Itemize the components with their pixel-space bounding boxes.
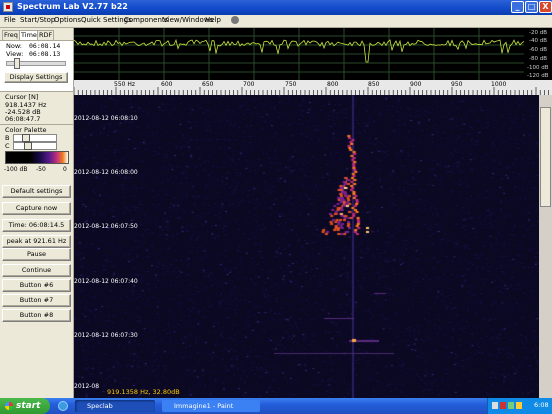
taskbar: start Speclab Immagine1 - Paint 6:08 xyxy=(0,398,552,414)
button-6[interactable]: Button #6 xyxy=(2,279,71,292)
time-slider-thumb[interactable] xyxy=(14,58,20,69)
tab-freq[interactable]: Freq xyxy=(2,30,20,40)
db-label-20: -20 dB xyxy=(529,30,547,36)
freq-label-600: 600 xyxy=(161,81,173,88)
button-8[interactable]: Button #8 xyxy=(2,309,71,322)
tray-icon[interactable] xyxy=(516,402,522,409)
spectrum-plot xyxy=(74,28,525,80)
tab-time[interactable]: Time xyxy=(19,30,39,40)
db-label-40: -40 dB xyxy=(529,38,547,44)
color-palette-header: Color Palette xyxy=(5,126,47,134)
title-bar: Spectrum Lab V2.77 b22 _ □ X xyxy=(0,0,552,15)
cursor-header: Cursor [N] xyxy=(5,93,39,101)
db-label-120: -120 dB xyxy=(527,73,549,79)
view-value: 06:08.13 xyxy=(29,50,61,58)
start-label: start xyxy=(16,401,41,411)
color-palette-bar[interactable] xyxy=(5,151,69,164)
freq-label-800: 800 xyxy=(327,81,339,88)
palette-scale-min: -100 dB xyxy=(4,166,28,173)
time-readout-button[interactable]: Time: 06:08:14.5 xyxy=(2,219,71,232)
tray-icon[interactable] xyxy=(500,402,506,409)
menu-bar: File Start/Stop Options Quick Settings C… xyxy=(0,15,552,28)
start-button[interactable]: start xyxy=(0,398,50,414)
display-settings-button[interactable]: Display Settings xyxy=(4,72,68,83)
waterfall-display[interactable]: 2012-08-12 06:08:10 2012-08-12 06:08:00 … xyxy=(74,95,539,398)
scrollbar-thumb[interactable] xyxy=(540,107,551,207)
tray-icon[interactable] xyxy=(508,402,514,409)
now-value: 06:08.14 xyxy=(29,42,61,50)
now-label: Now: xyxy=(6,42,22,50)
taskbar-item-paint[interactable]: Immagine1 - Paint xyxy=(162,400,260,412)
brightness-slider[interactable] xyxy=(13,134,57,142)
menu-options[interactable]: Options xyxy=(54,16,81,24)
waterfall-time-label: 2012-08-12 06:08:10 xyxy=(74,115,138,122)
pause-button[interactable]: Pause xyxy=(2,248,71,261)
db-label-60: -60 dB xyxy=(529,47,547,53)
palette-scale-max: 0 xyxy=(63,166,67,173)
db-label-80: -80 dB xyxy=(529,56,547,62)
menu-start-stop[interactable]: Start/Stop xyxy=(20,16,55,24)
control-panel: Freq Time RDF Now: 06:08.14 View: 06:08.… xyxy=(0,28,74,398)
brightness-slider-thumb[interactable] xyxy=(22,134,30,142)
button-7[interactable]: Button #7 xyxy=(2,294,71,307)
palette-scale-mid: -50 xyxy=(36,166,46,173)
waterfall-canvas xyxy=(74,95,539,398)
freq-label-700: 700 xyxy=(243,81,255,88)
divider xyxy=(0,124,73,125)
waterfall-time-label: 2012-08 xyxy=(74,383,100,390)
freq-label-950: 950 xyxy=(451,81,463,88)
brightness-label: B xyxy=(5,134,10,142)
frequency-scale[interactable]: 550 Hz 600 650 700 750 800 850 900 950 1… xyxy=(74,80,552,95)
waterfall-time-label: 2012-08-12 06:07:40 xyxy=(74,278,138,285)
contrast-slider[interactable] xyxy=(13,142,57,150)
view-label: View: xyxy=(6,50,24,58)
continue-button[interactable]: Continue xyxy=(2,264,71,277)
menu-help[interactable]: Help xyxy=(205,16,221,24)
cursor-time: 06:08:47.7 xyxy=(5,115,41,123)
menu-file[interactable]: File xyxy=(4,16,16,24)
app-icon[interactable] xyxy=(3,2,13,12)
waterfall-time-label: 2012-08-12 06:07:30 xyxy=(74,332,138,339)
internet-explorer-icon[interactable] xyxy=(58,401,68,411)
freq-label-650: 650 xyxy=(202,81,214,88)
db-label-100: -100 dB xyxy=(527,65,549,71)
freq-label-900: 900 xyxy=(410,81,422,88)
windows-logo-icon xyxy=(5,402,13,410)
freq-label-750: 750 xyxy=(285,81,297,88)
tray-icon[interactable] xyxy=(492,402,498,409)
minimize-button[interactable]: _ xyxy=(511,1,524,13)
divider xyxy=(0,91,73,92)
maximize-button[interactable]: □ xyxy=(525,1,538,13)
spectrum-grid xyxy=(74,28,524,80)
waterfall-time-label: 2012-08-12 06:07:50 xyxy=(74,223,138,230)
frequency-ticks xyxy=(74,87,549,95)
waterfall-time-label: 2012-08-12 06:08:00 xyxy=(74,169,138,176)
window-title: Spectrum Lab V2.77 b22 xyxy=(17,2,128,11)
peak-readout-button[interactable]: peak at 921.61 Hz xyxy=(2,235,71,248)
freq-label-1000: 1000 xyxy=(491,81,507,88)
waterfall-scrollbar[interactable] xyxy=(539,95,552,398)
capture-now-button[interactable]: Capture now xyxy=(2,202,71,215)
taskbar-item-speclab[interactable]: Speclab xyxy=(75,400,155,412)
menu-components[interactable]: Components xyxy=(124,16,168,24)
freq-label-550: 550 Hz xyxy=(114,81,136,88)
freq-label-850: 850 xyxy=(368,81,380,88)
spectrum-graph[interactable]: -20 dB -40 dB -60 dB -80 dB -100 dB -120… xyxy=(74,28,552,80)
close-button[interactable]: X xyxy=(539,1,552,13)
clock: 6:08 xyxy=(534,401,549,409)
system-tray: 6:08 xyxy=(487,398,552,414)
status-indicator-icon xyxy=(231,16,239,24)
cursor-readout: 919.1358 Hz, 32.80dB xyxy=(107,388,180,396)
contrast-slider-thumb[interactable] xyxy=(24,142,32,150)
contrast-label: C xyxy=(5,142,10,150)
tab-rdf[interactable]: RDF xyxy=(37,30,55,40)
default-settings-button[interactable]: Default settings xyxy=(2,185,71,198)
